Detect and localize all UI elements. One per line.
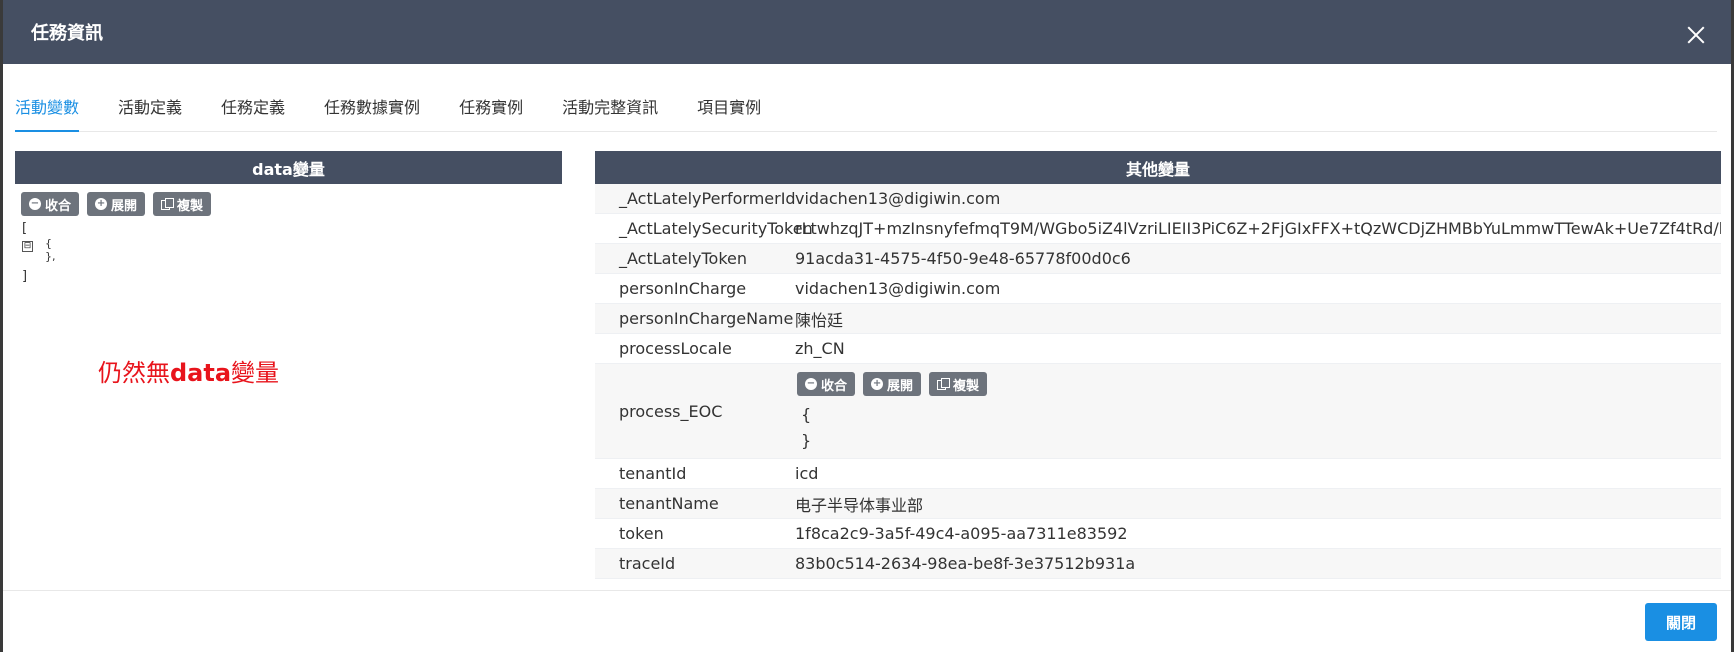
dialog-footer: 關閉 [3,590,1731,652]
var-value: 电子半导体事业部 [795,495,924,515]
copy-icon [161,198,175,210]
tab-task-data-instance[interactable]: 任務數據實例 [324,64,420,132]
var-value: icd [795,464,819,483]
json-tree: [ ⊟ { }, ] [15,216,562,286]
dialog-title: 任務資訊 [31,23,103,44]
variables-table: _ActLatelyPerformerId vidachen13@digiwin… [595,184,1721,579]
var-key: token [619,524,664,543]
table-row: _ActLatelySecurityToken rLtwhzqJT+mzInsn… [595,214,1721,244]
tab-task-instance[interactable]: 任務實例 [459,64,523,132]
tab-project-instance[interactable]: 項目實例 [697,64,761,132]
tab-activity-full-info[interactable]: 活動完整資訊 [562,64,658,132]
table-row: tenantName 电子半导体事业部 [595,489,1721,519]
data-variables-panel: data變量 − 收合 + 展開 複製 [ ⊟ { }, ] [15,151,562,286]
tab-activity-definition[interactable]: 活動定義 [118,64,182,132]
dialog-header: 任務資訊 [3,0,1731,64]
collapse-node-icon[interactable]: ⊟ [22,241,33,252]
copy-label: 複製 [177,198,204,214]
json-open-brace: { [45,237,52,250]
expand-button[interactable]: + 展開 [87,192,146,216]
eoc-copy-button[interactable]: 複製 [929,372,988,396]
eoc-expand-button[interactable]: + 展開 [863,372,922,396]
var-key: tenantId [619,464,687,483]
expand-label: 展開 [887,378,914,394]
table-row: tenantId icd [595,459,1721,489]
var-key: tenantName [619,494,719,513]
eoc-collapse-button[interactable]: − 收合 [797,372,856,396]
table-row: personInChargeName 陳怡廷 [595,304,1721,334]
var-value: zh_CN [795,339,845,358]
json-toolbar: − 收合 + 展開 複製 [15,184,562,216]
var-value: vidachen13@digiwin.com [795,279,1001,298]
minus-circle-icon: − [29,198,41,210]
json-close-brace: }, [45,250,56,263]
copy-label: 複製 [953,378,980,394]
var-key: _ActLatelyPerformerId [619,189,796,208]
handwritten-annotation: 仍然無data變量 [98,353,279,388]
collapse-label: 收合 [45,198,72,214]
annotation-bold: data [170,359,232,387]
var-key: process_EOC [619,401,723,421]
copy-button[interactable]: 複製 [153,192,212,216]
plus-circle-icon: + [871,378,884,390]
data-variables-title: data變量 [15,151,562,184]
var-value: 陳怡廷 [795,310,844,330]
collapse-label: 收合 [821,378,848,394]
expand-label: 展開 [111,198,138,214]
tab-activity-variables[interactable]: 活動變數 [15,64,80,132]
var-value: rLtwhzqJT+mzInsnyfefmqT9M/WGbo5iZ4lVzriL… [795,219,1721,238]
var-key: _ActLatelySecurityToken [619,219,813,238]
plus-circle-icon: + [95,198,108,210]
annotation-prefix: 仍然無 [98,359,170,387]
table-row: processLocale zh_CN [595,334,1721,364]
annotation-suffix: 變量 [231,359,280,387]
json-close-bracket: ] [22,269,28,284]
collapse-button[interactable]: − 收合 [21,192,80,216]
tab-task-definition[interactable]: 任務定義 [221,64,285,132]
table-row-process-eoc: process_EOC − 收合 + 展開 複製 {} [595,364,1721,459]
other-variables-panel: 其他變量 _ActLatelyPerformerId vidachen13@di… [595,151,1721,579]
json-open-brace: { [801,405,812,424]
var-key: personInCharge [619,279,747,298]
json-open-bracket: [ [22,221,28,236]
copy-icon [937,378,951,390]
var-value: 1f8ca2c9-3a5f-49c4-a095-aa7311e83592 [795,524,1128,543]
var-value-json: − 收合 + 展開 複製 { } [795,368,1721,454]
table-row: traceId 83b0c514-2634-98ea-be8f-3e37512b… [595,549,1721,579]
table-row: token 1f8ca2c9-3a5f-49c4-a095-aa7311e835… [595,519,1721,549]
var-key: _ActLatelyToken [619,249,748,268]
var-value: 83b0c514-2634-98ea-be8f-3e37512b931a [795,554,1136,573]
table-row: personInCharge vidachen13@digiwin.com [595,274,1721,304]
var-key: processLocale [619,339,732,358]
var-key: traceId [619,554,676,573]
eoc-json-toolbar: − 收合 + 展開 複製 [795,372,1721,402]
json-close-brace: } [801,431,812,450]
close-icon[interactable] [1687,26,1705,44]
close-button[interactable]: 關閉 [1645,603,1717,641]
table-row: _ActLatelyPerformerId vidachen13@digiwin… [595,184,1721,214]
var-key: personInChargeName [619,309,794,328]
table-row: _ActLatelyToken 91acda31-4575-4f50-9e48-… [595,244,1721,274]
task-info-dialog: 任務資訊 活動變數 活動定義 任務定義 任務數據實例 任務實例 活動完整資訊 項… [3,0,1731,652]
other-variables-title: 其他變量 [595,151,1721,184]
minus-circle-icon: − [805,378,817,390]
tab-bar: 活動變數 活動定義 任務定義 任務數據實例 任務實例 活動完整資訊 項目實例 [15,64,1717,132]
var-value: 91acda31-4575-4f50-9e48-65778f00d0c6 [795,249,1131,268]
var-value: vidachen13@digiwin.com [795,189,1001,208]
